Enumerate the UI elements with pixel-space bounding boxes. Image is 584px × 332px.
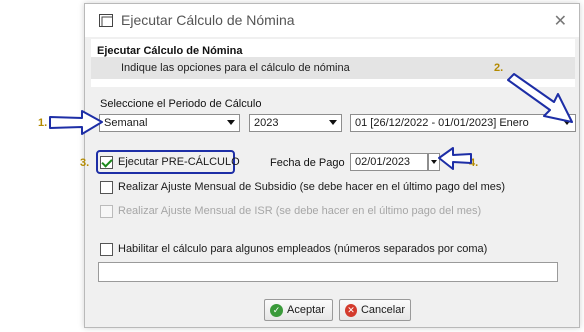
stage: Ejecutar Cálculo de Nómina ✕ Ejecutar Cá…: [0, 0, 584, 332]
empleados-input[interactable]: [98, 262, 558, 282]
step-1-label: 1.: [38, 117, 48, 129]
close-icon[interactable]: ✕: [554, 11, 567, 31]
accept-button[interactable]: ✓ Aceptar: [264, 299, 333, 321]
ajuste-subsidio-label: Realizar Ajuste Mensual de Subsidio (se …: [118, 181, 506, 193]
year-value: 2023: [254, 117, 279, 129]
cancel-button[interactable]: ✕ Cancelar: [339, 299, 411, 321]
fecha-pago-label: Fecha de Pago: [270, 157, 345, 169]
ajuste-isr-option: Realizar Ajuste Mensual de ISR (se debe …: [100, 204, 481, 218]
step-2-label: 2.: [494, 62, 504, 74]
chevron-down-icon: [329, 120, 337, 125]
chevron-down-icon: [227, 120, 235, 125]
fecha-pago-value: 02/01/2023: [355, 156, 411, 168]
ajuste-isr-checkbox: [100, 204, 113, 218]
pre-calculo-label: Ejecutar PRE-CÁLCULO: [118, 156, 240, 168]
x-circle-icon: ✕: [345, 303, 357, 317]
section-title: Ejecutar Cálculo de Nómina: [97, 45, 243, 57]
period-label: Seleccione el Periodo de Cálculo: [100, 98, 262, 110]
check-circle-icon: ✓: [270, 303, 283, 317]
pre-calculo-checkbox[interactable]: [100, 155, 113, 169]
pre-calculo-option[interactable]: Ejecutar PRE-CÁLCULO: [100, 155, 240, 169]
habilitar-empleados-option[interactable]: Habilitar el cálculo para algunos emplea…: [100, 242, 487, 256]
ajuste-subsidio-option[interactable]: Realizar Ajuste Mensual de Subsidio (se …: [100, 180, 505, 194]
habilitar-empleados-label: Habilitar el cálculo para algunos emplea…: [118, 243, 488, 255]
period-type-value: Semanal: [104, 117, 148, 129]
title-bar: Ejecutar Cálculo de Nómina ✕: [85, 4, 579, 37]
cancel-button-label: Cancelar: [360, 304, 405, 316]
year-select[interactable]: 2023: [249, 114, 342, 132]
fecha-pago-input[interactable]: 02/01/2023: [350, 153, 428, 171]
arrow-1-icon: [49, 110, 103, 135]
accept-button-label: Aceptar: [287, 304, 325, 316]
window-app-icon: [99, 14, 113, 27]
habilitar-empleados-checkbox[interactable]: [100, 242, 113, 256]
ajuste-subsidio-checkbox[interactable]: [100, 180, 113, 194]
window-title: Ejecutar Cálculo de Nómina: [121, 12, 295, 28]
period-value: 01 [26/12/2022 - 01/01/2023] Enero: [355, 117, 529, 129]
period-type-select[interactable]: Semanal: [99, 114, 240, 132]
arrow-4-icon: [438, 147, 472, 170]
arrow-2-icon: [507, 73, 573, 123]
ajuste-isr-label: Realizar Ajuste Mensual de ISR (se debe …: [118, 205, 482, 217]
step-3-label: 3.: [80, 157, 90, 169]
